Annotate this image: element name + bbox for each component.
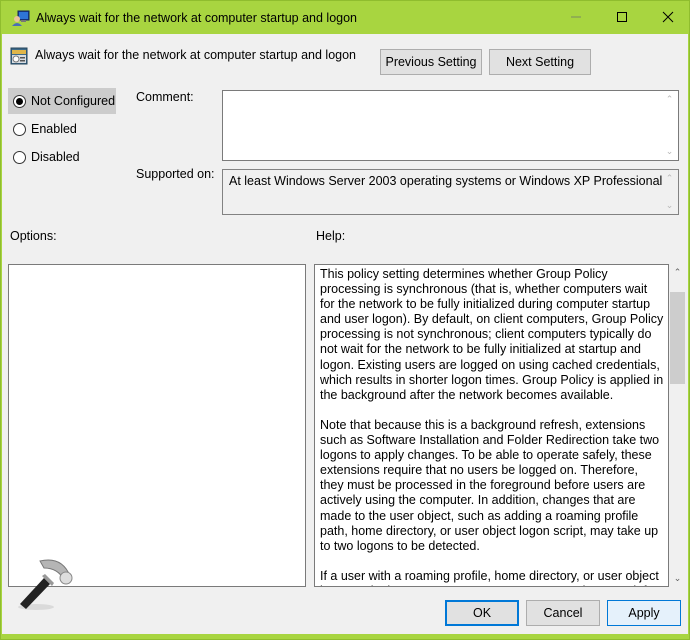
radio-enabled[interactable]: Enabled (8, 116, 81, 142)
help-panel: This policy setting determines whether G… (314, 264, 669, 587)
radio-not-configured[interactable]: Not Configured (8, 88, 116, 114)
cancel-button[interactable]: Cancel (526, 600, 600, 626)
help-paragraph: This policy setting determines whether G… (320, 267, 664, 402)
radio-disabled[interactable]: Disabled (8, 144, 84, 170)
hammer-icon (14, 554, 84, 614)
scroll-down-icon[interactable]: ⌄ (661, 197, 678, 214)
previous-setting-button[interactable]: Previous Setting (380, 49, 482, 75)
scroll-up-icon[interactable]: ⌃ (669, 264, 686, 281)
options-panel (8, 264, 306, 587)
scroll-up-icon[interactable]: ⌃ (661, 170, 678, 187)
close-button[interactable] (645, 2, 690, 34)
policy-setting-icon (10, 47, 28, 65)
comment-label: Comment: (136, 90, 194, 104)
minimize-icon (570, 11, 582, 26)
radio-label: Enabled (31, 122, 77, 136)
help-label: Help: (316, 229, 346, 243)
radio-label: Disabled (31, 150, 80, 164)
policy-title: Always wait for the network at computer … (35, 48, 356, 62)
supported-on-label: Supported on: (136, 167, 215, 181)
help-paragraph: Note that because this is a background r… (320, 417, 660, 553)
scroll-down-icon[interactable]: ⌄ (669, 570, 686, 587)
radio-button-selected[interactable] (13, 94, 26, 108)
help-paragraph: If a user with a roaming profile, home d… (320, 568, 659, 586)
policy-dialog-window: Always wait for the network at computer … (0, 0, 690, 640)
supported-on-field: At least Windows Server 2003 operating s… (222, 169, 679, 215)
radio-label: Not Configured (31, 94, 116, 108)
minimize-button[interactable] (553, 2, 599, 34)
radio-button[interactable] (13, 122, 26, 136)
apply-button[interactable]: Apply (607, 600, 681, 626)
comment-scrollbar[interactable]: ⌃ ⌄ (661, 91, 678, 160)
options-label: Options: (10, 229, 57, 243)
ok-button[interactable]: OK (445, 600, 519, 626)
maximize-button[interactable] (599, 2, 645, 34)
scroll-down-icon[interactable]: ⌄ (661, 143, 678, 160)
supported-scrollbar[interactable]: ⌃ ⌄ (661, 170, 678, 214)
help-text: This policy setting determines whether G… (320, 267, 665, 586)
help-scrollbar[interactable]: ⌃ ⌄ (669, 264, 686, 587)
scroll-up-icon[interactable]: ⌃ (661, 91, 678, 108)
radio-button[interactable] (13, 150, 26, 164)
supported-on-value: At least Windows Server 2003 operating s… (229, 174, 663, 188)
scrollbar-thumb[interactable] (670, 292, 685, 384)
next-setting-button[interactable]: Next Setting (489, 49, 591, 75)
dialog-client-area: Always wait for the network at computer … (2, 34, 688, 634)
maximize-icon (616, 11, 628, 26)
title-bar[interactable]: Always wait for the network at computer … (2, 2, 688, 34)
computer-user-icon (12, 10, 30, 26)
close-icon (662, 11, 674, 26)
radio-dot (16, 97, 23, 105)
comment-textarea[interactable]: ⌃ ⌄ (222, 90, 679, 161)
window-title: Always wait for the network at computer … (36, 11, 357, 25)
